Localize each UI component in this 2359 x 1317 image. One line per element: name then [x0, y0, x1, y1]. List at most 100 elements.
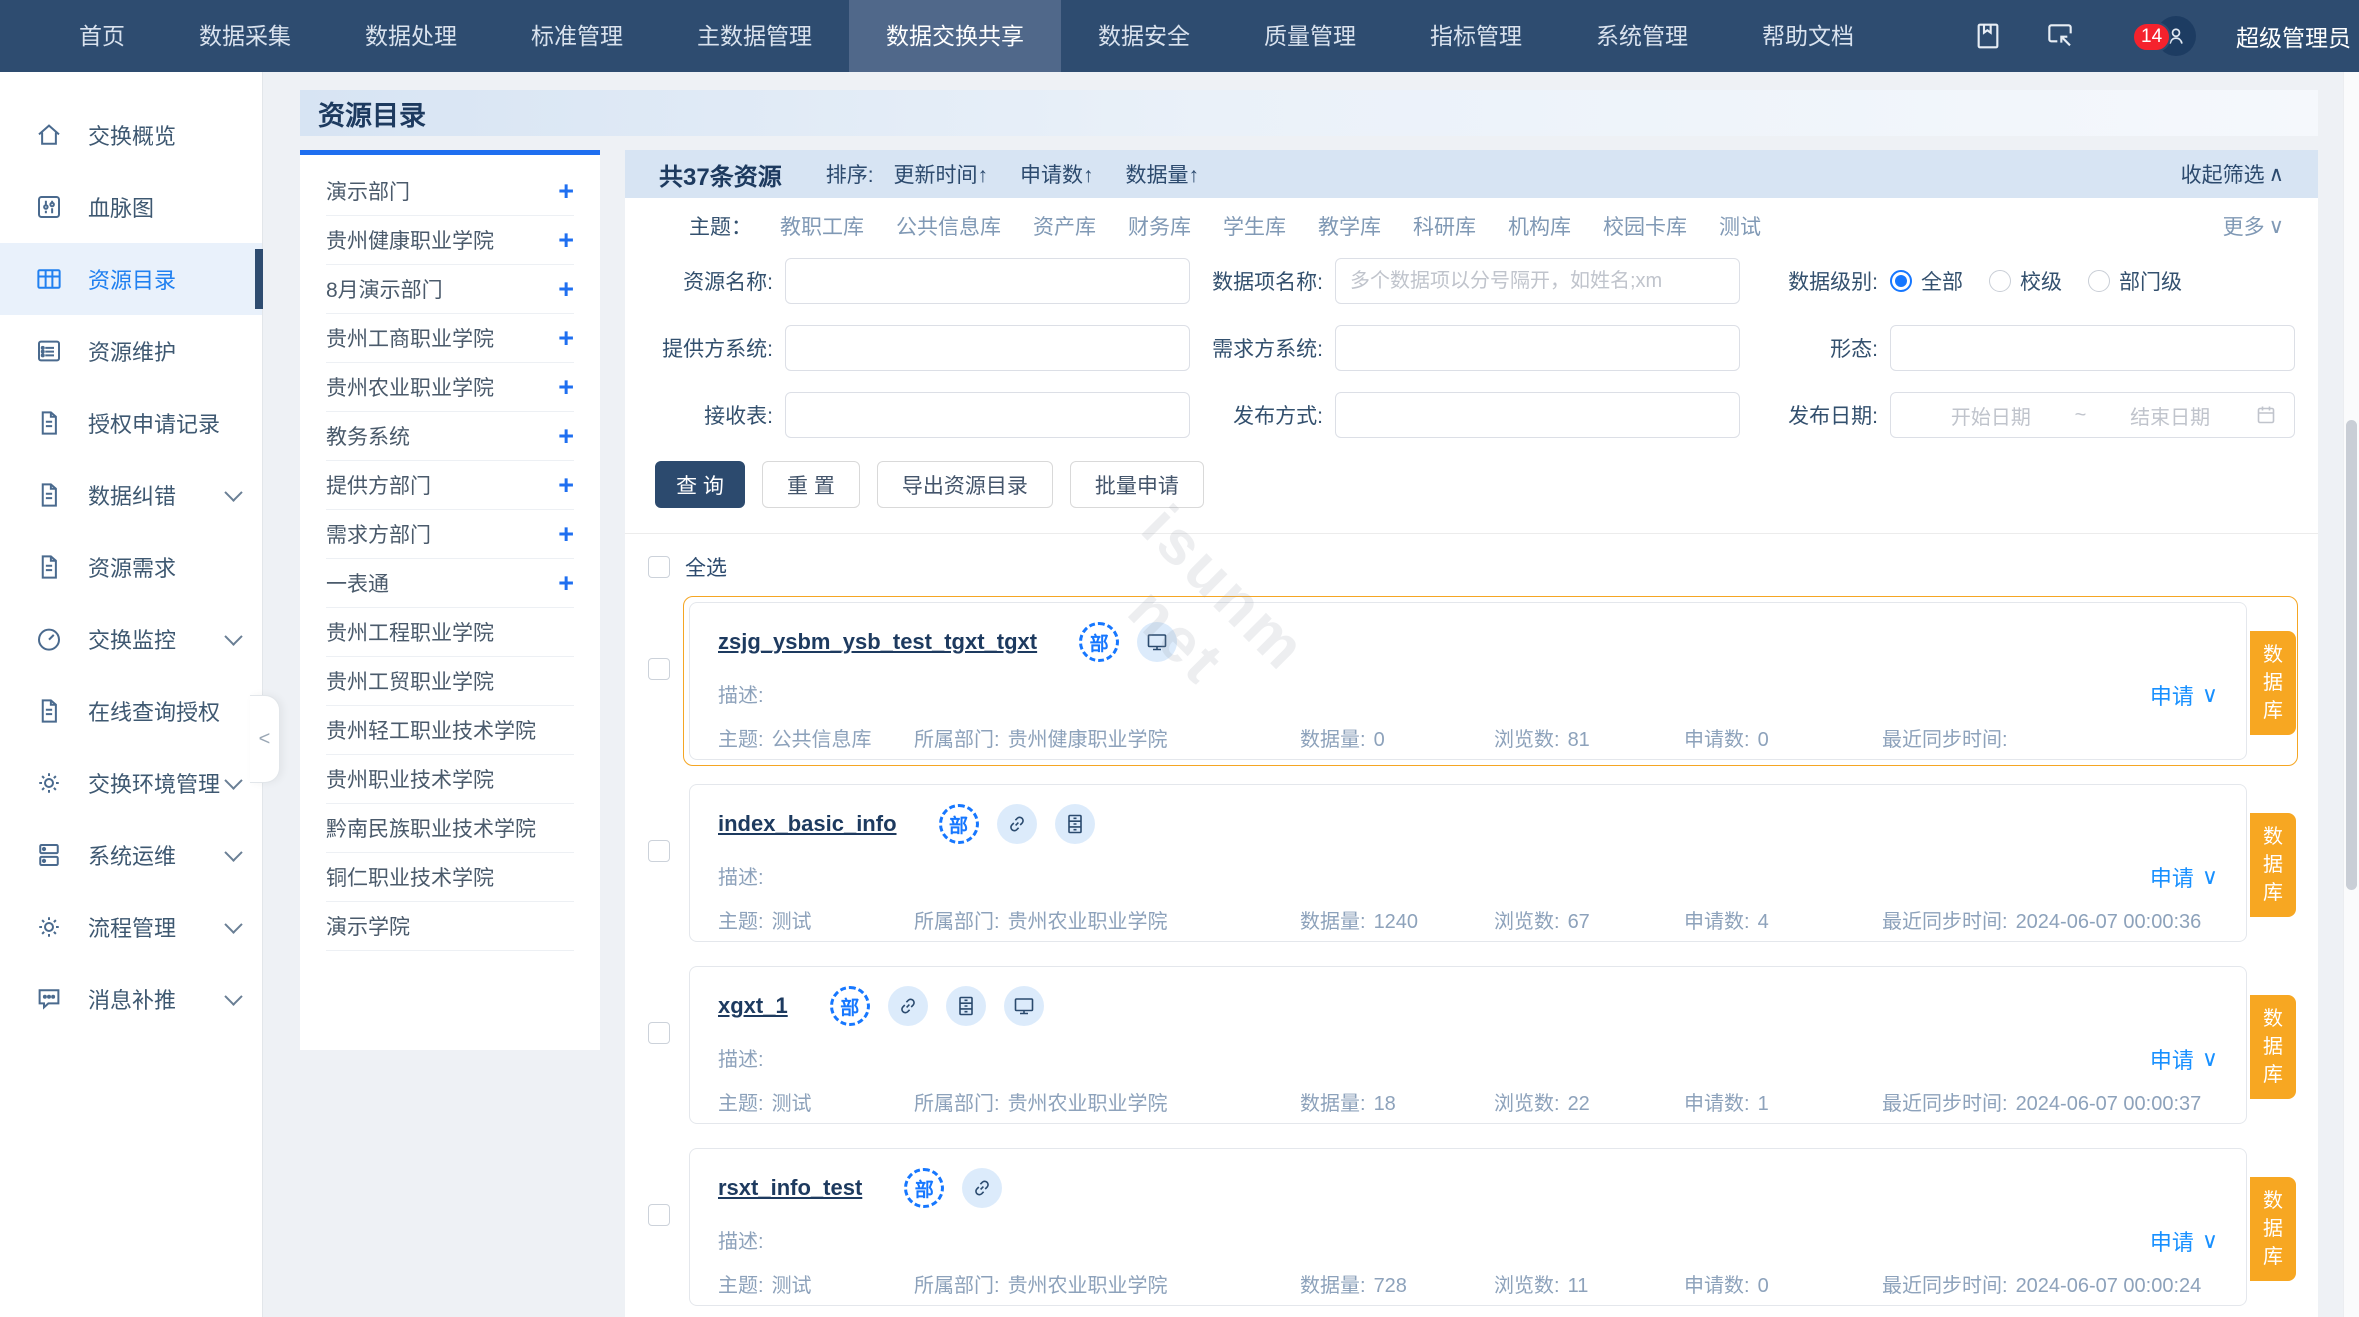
- expand-plus-icon[interactable]: +: [558, 178, 574, 205]
- sidebar-item-resource-maintenance[interactable]: 资源维护: [0, 315, 262, 387]
- category-item[interactable]: 贵州轻工职业技术学院: [326, 706, 574, 755]
- topic-option[interactable]: 测试: [1719, 211, 1761, 241]
- resource-title-link[interactable]: index_basic_info: [718, 811, 897, 837]
- sidebar-item-exchange-env-mgmt[interactable]: 交换环境管理: [0, 747, 262, 819]
- nav-item-data-processing[interactable]: 数据处理: [328, 0, 494, 72]
- row-checkbox[interactable]: [648, 658, 670, 680]
- category-item[interactable]: 贵州职业技术学院: [326, 755, 574, 804]
- scrollbar-thumb[interactable]: [2346, 420, 2357, 890]
- category-item[interactable]: 一表通+: [326, 559, 574, 608]
- sidebar-item-lineage-graph[interactable]: 血脉图: [0, 171, 262, 243]
- batch-apply-button[interactable]: 批量申请: [1070, 461, 1204, 508]
- nav-item-indicator-mgmt[interactable]: 指标管理: [1393, 0, 1559, 72]
- database-tag[interactable]: 数 据 库: [2250, 995, 2296, 1099]
- sidebar-item-process-mgmt[interactable]: 流程管理: [0, 891, 262, 963]
- more-topics-toggle[interactable]: 更多 ∨: [2223, 211, 2284, 241]
- resource-title-link[interactable]: zsjg_ysbm_ysb_test_tgxt_tgxt: [718, 629, 1037, 655]
- export-catalog-button[interactable]: 导出资源目录: [877, 461, 1053, 508]
- apply-dropdown[interactable]: 申请 ∨: [2150, 1225, 2218, 1257]
- row-checkbox[interactable]: [648, 1204, 670, 1226]
- bookmark-icon[interactable]: [1972, 20, 2004, 52]
- sidebar-item-message-repush[interactable]: 消息补推: [0, 963, 262, 1035]
- apply-dropdown[interactable]: 申请 ∨: [2150, 679, 2218, 711]
- category-item[interactable]: 需求方部门+: [326, 510, 574, 559]
- expand-plus-icon[interactable]: +: [558, 325, 574, 352]
- apply-dropdown[interactable]: 申请 ∨: [2150, 1043, 2218, 1075]
- sidebar-item-exchange-monitor[interactable]: 交换监控: [0, 603, 262, 675]
- reset-button[interactable]: 重 置: [762, 461, 860, 508]
- screen-share-icon[interactable]: [2044, 20, 2076, 52]
- category-item[interactable]: 贵州农业职业学院+: [326, 363, 574, 412]
- category-item[interactable]: 贵州工贸职业学院: [326, 657, 574, 706]
- topic-option[interactable]: 学生库: [1223, 211, 1286, 241]
- resource-name-input[interactable]: [785, 258, 1190, 304]
- expand-plus-icon[interactable]: +: [558, 227, 574, 254]
- nav-item-home[interactable]: 首页: [42, 0, 162, 72]
- nav-item-data-exchange[interactable]: 数据交换共享: [849, 0, 1061, 72]
- nav-item-quality-mgmt[interactable]: 质量管理: [1227, 0, 1393, 72]
- category-item[interactable]: 演示学院: [326, 902, 574, 951]
- nav-item-master-data[interactable]: 主数据管理: [660, 0, 849, 72]
- sidebar-item-resource-demand[interactable]: 资源需求: [0, 531, 262, 603]
- category-item[interactable]: 演示部门+: [326, 167, 574, 216]
- demander-system-input[interactable]: [1335, 325, 1740, 371]
- publish-mode-input[interactable]: [1335, 392, 1740, 438]
- sidebar-collapse-handle[interactable]: <: [250, 695, 280, 783]
- resource-title-link[interactable]: xgxt_1: [718, 993, 788, 1019]
- select-all-checkbox[interactable]: [648, 556, 670, 578]
- sidebar-item-system-ops[interactable]: 系统运维: [0, 819, 262, 891]
- category-item[interactable]: 黔南民族职业技术学院: [326, 804, 574, 853]
- radio-dept-level[interactable]: 部门级: [2088, 266, 2182, 296]
- sort-by-apply-count[interactable]: 申请数↑: [1020, 159, 1094, 189]
- category-item[interactable]: 8月演示部门+: [326, 265, 574, 314]
- expand-plus-icon[interactable]: +: [558, 276, 574, 303]
- apply-dropdown[interactable]: 申请 ∨: [2150, 861, 2218, 893]
- database-tag[interactable]: 数 据 库: [2250, 813, 2296, 917]
- search-button[interactable]: 查 询: [655, 461, 745, 508]
- resource-title-link[interactable]: rsxt_info_test: [718, 1175, 862, 1201]
- data-item-input[interactable]: [1335, 258, 1740, 304]
- sidebar-item-exchange-overview[interactable]: 交换概览: [0, 99, 262, 171]
- category-item[interactable]: 贵州健康职业学院+: [326, 216, 574, 265]
- sidebar-item-resource-catalog[interactable]: 资源目录: [0, 243, 262, 315]
- topic-option[interactable]: 公共信息库: [896, 211, 1001, 241]
- sidebar-item-auth-apply-records[interactable]: 授权申请记录: [0, 387, 262, 459]
- row-checkbox[interactable]: [648, 1022, 670, 1044]
- topic-option[interactable]: 机构库: [1508, 211, 1571, 241]
- topic-option[interactable]: 校园卡库: [1603, 211, 1687, 241]
- category-item[interactable]: 贵州工程职业学院: [326, 608, 574, 657]
- sidebar-item-online-query-auth[interactable]: 在线查询授权: [0, 675, 262, 747]
- topic-option[interactable]: 教学库: [1318, 211, 1381, 241]
- vertical-scrollbar[interactable]: [2343, 72, 2359, 1317]
- receive-table-input[interactable]: [785, 392, 1190, 438]
- form-type-input[interactable]: [1890, 325, 2295, 371]
- radio-all[interactable]: 全部: [1890, 266, 1963, 296]
- user-name[interactable]: 超级管理员: [2236, 19, 2351, 53]
- nav-item-standard-mgmt[interactable]: 标准管理: [494, 0, 660, 72]
- topic-option[interactable]: 财务库: [1128, 211, 1191, 241]
- nav-item-help-docs[interactable]: 帮助文档: [1725, 0, 1891, 72]
- expand-plus-icon[interactable]: +: [558, 423, 574, 450]
- topic-option[interactable]: 资产库: [1033, 211, 1096, 241]
- expand-plus-icon[interactable]: +: [558, 374, 574, 401]
- nav-item-data-collection[interactable]: 数据采集: [162, 0, 328, 72]
- category-item[interactable]: 教务系统+: [326, 412, 574, 461]
- category-item[interactable]: 铜仁职业技术学院: [326, 853, 574, 902]
- collapse-filter-toggle[interactable]: 收起筛选 ∧: [2181, 159, 2284, 189]
- sort-by-data-volume[interactable]: 数据量↑: [1126, 159, 1200, 189]
- category-item[interactable]: 贵州工商职业学院+: [326, 314, 574, 363]
- database-tag[interactable]: 数 据 库: [2250, 631, 2296, 735]
- provider-system-input[interactable]: [785, 325, 1190, 371]
- publish-date-range-input[interactable]: 开始日期 ~ 结束日期: [1890, 392, 2295, 438]
- nav-item-data-security[interactable]: 数据安全: [1061, 0, 1227, 72]
- sort-by-update-time[interactable]: 更新时间↑: [894, 159, 989, 189]
- sidebar-item-data-correction[interactable]: 数据纠错: [0, 459, 262, 531]
- nav-item-system-mgmt[interactable]: 系统管理: [1559, 0, 1725, 72]
- radio-school-level[interactable]: 校级: [1989, 266, 2062, 296]
- row-checkbox[interactable]: [648, 840, 670, 862]
- topic-option[interactable]: 教职工库: [780, 211, 864, 241]
- category-item[interactable]: 提供方部门+: [326, 461, 574, 510]
- expand-plus-icon[interactable]: +: [558, 521, 574, 548]
- database-tag[interactable]: 数 据 库: [2250, 1177, 2296, 1281]
- expand-plus-icon[interactable]: +: [558, 570, 574, 597]
